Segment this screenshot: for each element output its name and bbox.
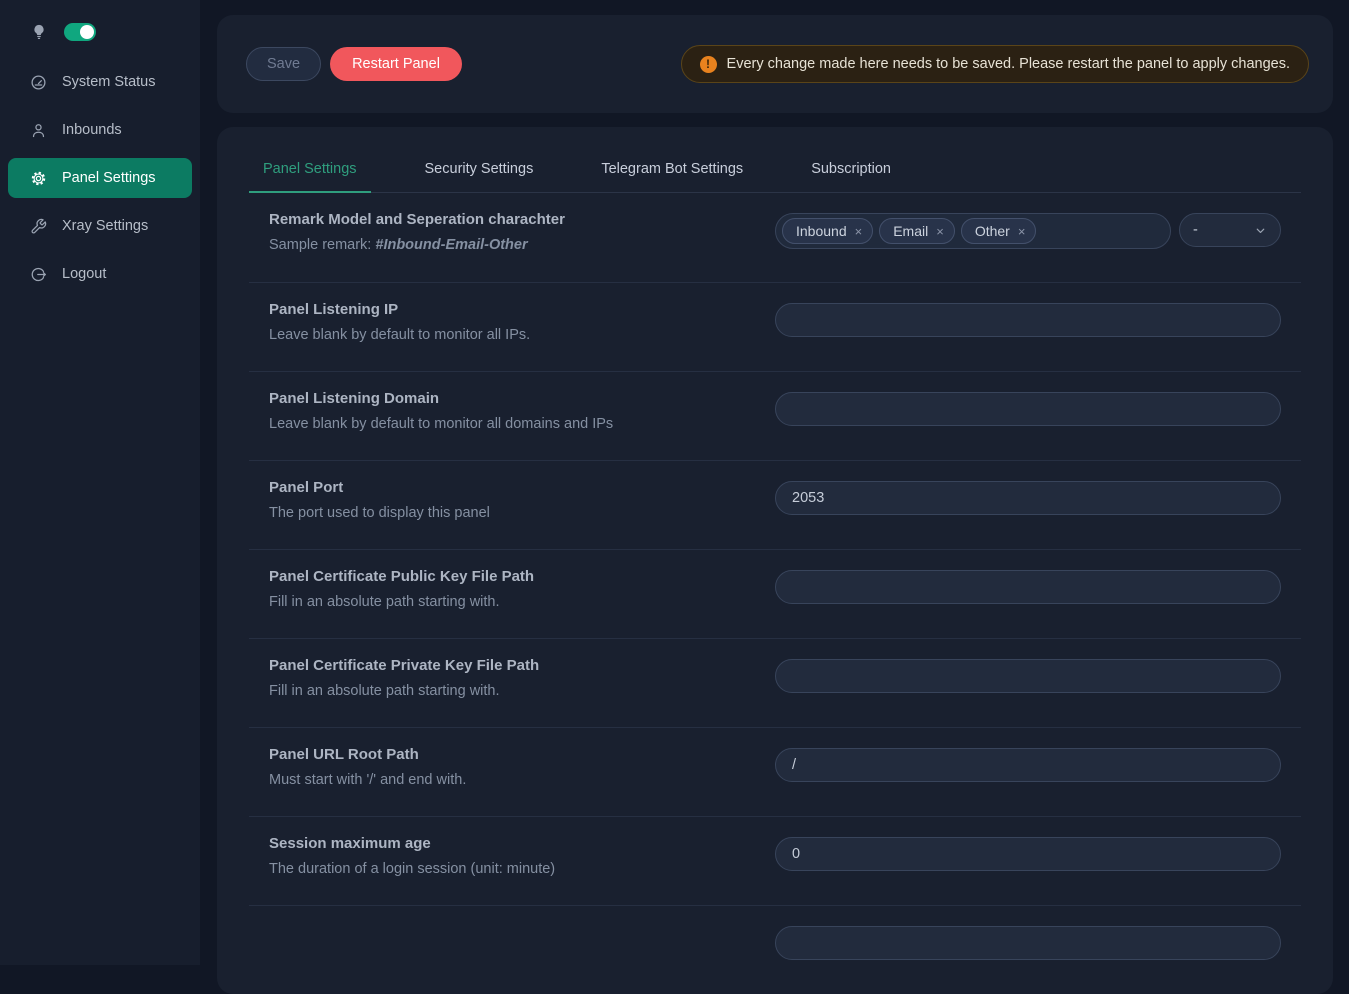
separator-select[interactable]: - [1179,213,1281,247]
logout-icon [30,266,47,283]
sidebar-item-label: System Status [62,74,155,90]
field-label: Panel Certificate Public Key File Path [269,568,775,585]
field-label: Panel Certificate Private Key File Path [269,657,775,674]
sidebar: System Status Inbounds Panel Settings [0,0,200,965]
field-description: Leave blank by default to monitor all do… [269,416,775,432]
form-row-partial [249,905,1301,994]
tag-email: Email × [879,218,955,244]
sidebar-item-logout[interactable]: Logout [8,254,192,294]
form-row-panel-listening-ip: Panel Listening IP Leave blank by defaul… [249,282,1301,371]
user-icon [30,122,47,139]
tab-panel-settings[interactable]: Panel Settings [249,161,371,192]
form-row-remark-model: Remark Model and Seperation charachter S… [249,193,1301,282]
warning-alert: ! Every change made here needs to be sav… [681,45,1309,83]
sidebar-item-system-status[interactable]: System Status [8,62,192,102]
tab-bar: Panel Settings Security Settings Telegra… [249,161,1301,193]
warning-icon: ! [700,56,717,73]
sidebar-nav: System Status Inbounds Panel Settings [0,62,200,294]
sidebar-item-xray-settings[interactable]: Xray Settings [8,206,192,246]
session-max-age-input[interactable] [775,837,1281,871]
sidebar-item-inbounds[interactable]: Inbounds [8,110,192,150]
form-row-cert-private-key: Panel Certificate Private Key File Path … [249,638,1301,727]
sidebar-item-label: Panel Settings [62,170,156,186]
field-description: Fill in an absolute path starting with. [269,683,775,699]
panel-listening-domain-input[interactable] [775,392,1281,426]
lightbulb-icon [30,22,48,42]
field-label: Remark Model and Seperation charachter [269,211,775,228]
field-description: Sample remark: #Inbound-Email-Other [269,237,775,253]
settings-form: Remark Model and Seperation charachter S… [249,193,1301,994]
tag-label: Inbound [796,223,847,239]
field-label: Panel Port [269,479,775,496]
field-description: Leave blank by default to monitor all IP… [269,327,775,343]
select-value: - [1193,222,1198,238]
field-label: Session maximum age [269,835,775,852]
tab-telegram-bot-settings[interactable]: Telegram Bot Settings [587,161,757,192]
toolbar-card: Save Restart Panel ! Every change made h… [217,15,1333,113]
toggle-knob [80,25,94,39]
panel-url-root-path-input[interactable] [775,748,1281,782]
chevron-down-icon [1254,224,1267,237]
gear-icon [30,170,47,187]
sidebar-item-panel-settings[interactable]: Panel Settings [8,158,192,198]
save-button[interactable]: Save [246,47,321,81]
tag-inbound: Inbound × [782,218,873,244]
tag-close-icon[interactable]: × [1018,225,1026,238]
tag-close-icon[interactable]: × [855,225,863,238]
wrench-icon [30,218,47,235]
sample-remark-prefix: Sample remark: [269,237,375,253]
field-description: The duration of a login session (unit: m… [269,861,775,877]
tag-label: Email [893,223,928,239]
sidebar-item-label: Logout [62,266,106,282]
field-description: Must start with '/' and end with. [269,772,775,788]
form-row-panel-listening-domain: Panel Listening Domain Leave blank by de… [249,371,1301,460]
field-description: The port used to display this panel [269,505,775,521]
sample-remark-value: #Inbound-Email-Other [375,237,527,253]
panel-cert-private-key-input[interactable] [775,659,1281,693]
gauge-icon [30,74,47,91]
field-label: Panel URL Root Path [269,746,775,763]
tab-subscription[interactable]: Subscription [797,161,905,192]
dark-mode-toggle[interactable] [64,23,96,41]
panel-port-input[interactable] [775,481,1281,515]
theme-row [30,20,200,44]
field-description: Fill in an absolute path starting with. [269,594,775,610]
form-row-session-max-age: Session maximum age The duration of a lo… [249,816,1301,905]
form-row-panel-port: Panel Port The port used to display this… [249,460,1301,549]
panel-listening-ip-input[interactable] [775,303,1281,337]
warning-text: Every change made here needs to be saved… [727,56,1290,72]
field-label: Panel Listening Domain [269,390,775,407]
panel-cert-public-key-input[interactable] [775,570,1281,604]
sidebar-item-label: Inbounds [62,122,122,138]
next-setting-input[interactable] [775,926,1281,960]
restart-panel-button[interactable]: Restart Panel [330,47,462,81]
tab-security-settings[interactable]: Security Settings [411,161,548,192]
tag-close-icon[interactable]: × [936,225,944,238]
remark-model-tags-input[interactable]: Inbound × Email × Other × [775,213,1171,249]
settings-card: Panel Settings Security Settings Telegra… [217,127,1333,994]
tag-other: Other × [961,218,1037,244]
tag-label: Other [975,223,1010,239]
form-row-cert-public-key: Panel Certificate Public Key File Path F… [249,549,1301,638]
form-row-url-root-path: Panel URL Root Path Must start with '/' … [249,727,1301,816]
sidebar-item-label: Xray Settings [62,218,148,234]
field-label: Panel Listening IP [269,301,775,318]
main-content: Save Restart Panel ! Every change made h… [200,0,1349,965]
